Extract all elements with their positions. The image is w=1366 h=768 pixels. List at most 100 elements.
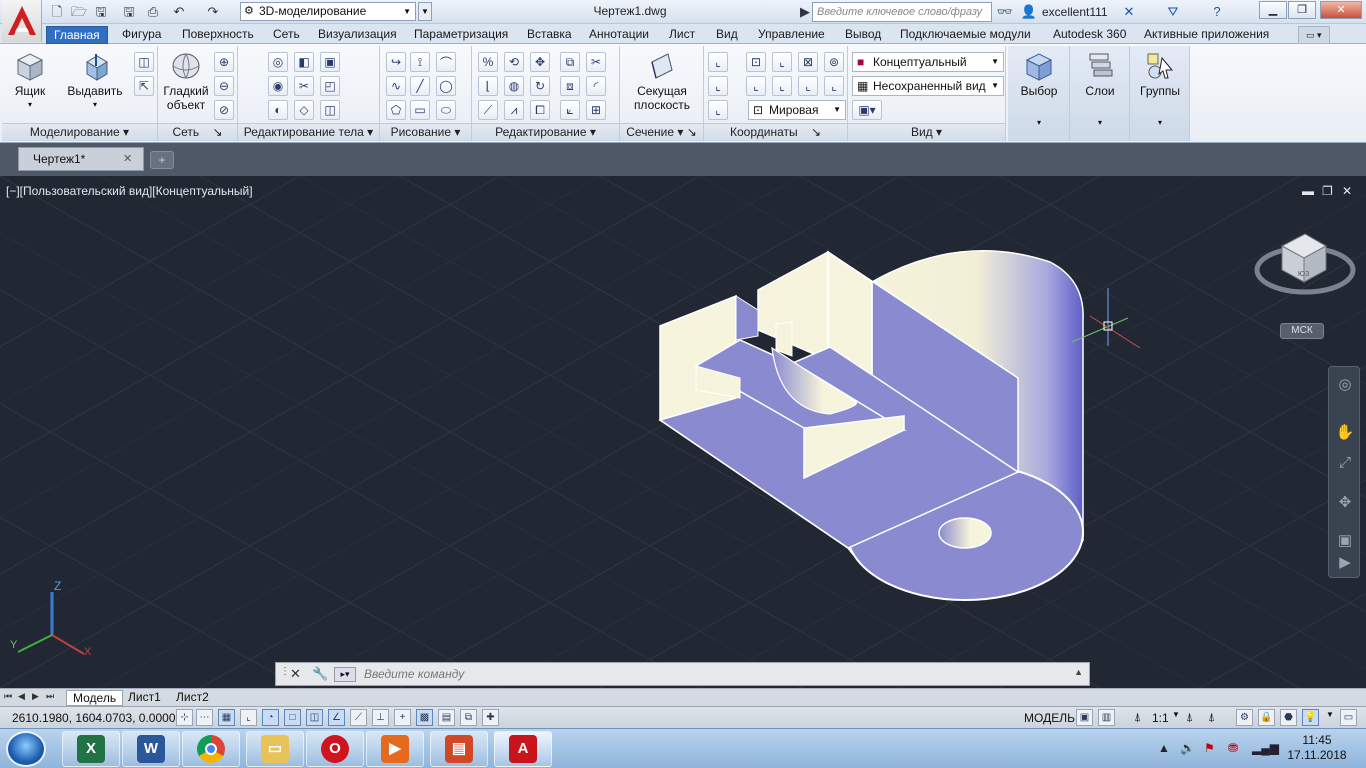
tab-render[interactable]: Визуализация [311, 26, 404, 44]
3d-object-snap-icon[interactable]: ◫ [306, 709, 323, 726]
arc-icon[interactable]: ⌒ [436, 52, 456, 72]
tray-expand-icon[interactable]: ▲ [1158, 741, 1170, 755]
showmotion-icon[interactable]: ▣ [1335, 531, 1355, 551]
user-icon[interactable]: 👤 [1020, 3, 1038, 21]
help-icon[interactable]: ? [1208, 3, 1226, 21]
tab-annotate[interactable]: Аннотации [582, 26, 656, 44]
intersect-icon[interactable]: ◐ [268, 100, 288, 120]
mesh-smooth-more-icon[interactable]: ⊕ [214, 52, 234, 72]
save-icon[interactable]: 🖫 [92, 3, 110, 21]
tab-autodesk360[interactable]: Autodesk 360 [1046, 26, 1133, 44]
panel-title-coordinates[interactable]: Координаты ↘ [704, 123, 847, 141]
ucs-face-icon[interactable]: ⊠ [798, 52, 818, 72]
ucs-named-icon[interactable]: ⌞ [708, 76, 728, 96]
selection-button[interactable]: Выбор ▾ [1012, 50, 1066, 130]
system-clock[interactable]: 11:45 17.11.2018 [1280, 733, 1354, 763]
recent-commands-icon[interactable]: ▸▾ [334, 667, 356, 682]
status-menu-icon[interactable]: ▼ [1326, 710, 1334, 719]
shell-icon[interactable]: ◧ [294, 52, 314, 72]
transparency-icon[interactable]: ▩ [416, 709, 433, 726]
3d-model[interactable] [658, 250, 1084, 601]
taskbar-explorer[interactable]: ▭ [246, 731, 304, 767]
tab-solid[interactable]: Фигура [115, 26, 168, 44]
fillet-icon[interactable]: ◜ [586, 76, 606, 96]
zoom-extents-icon[interactable]: ⤢ [1335, 453, 1355, 473]
annotation-scale[interactable]: 1:1 [1152, 711, 1169, 725]
ucs-y-icon[interactable]: ⌞ [772, 76, 792, 96]
rectangle-icon[interactable]: ▭ [410, 100, 430, 120]
ucs-x-icon[interactable]: ⌞ [772, 52, 792, 72]
workspace-dropdown[interactable]: ⚙ 3D-моделирование ▼ [240, 2, 416, 21]
exchange-apps-icon[interactable]: ✕ [1120, 3, 1138, 21]
minimize-button[interactable]: ▁ [1259, 1, 1287, 19]
redo-icon[interactable]: ↷ [204, 3, 222, 21]
stay-connected-icon[interactable]: ⛛ [1164, 3, 1182, 21]
polyline-icon[interactable]: ↪ [386, 52, 406, 72]
command-grip-icon[interactable]: ⋮ [280, 666, 290, 677]
object-snap-tracking-icon[interactable]: ∠ [328, 709, 345, 726]
last-layout-icon[interactable]: ⏭ [46, 691, 54, 702]
slice-icon[interactable]: ✂ [294, 76, 314, 96]
close-window-button[interactable]: ✕ [1320, 1, 1362, 19]
rotate-icon[interactable]: ↻ [530, 76, 550, 96]
selection-cycling-icon[interactable]: ⧉ [460, 709, 477, 726]
smooth-object-button[interactable]: Гладкий объект [160, 50, 212, 112]
hardware-acceleration-icon[interactable]: ⬣ [1280, 709, 1297, 726]
taskbar-opera[interactable]: O [306, 731, 364, 767]
layers-button[interactable]: Слои ▾ [1074, 50, 1126, 130]
thicken-icon[interactable]: ◇ [294, 100, 314, 120]
presspull-icon[interactable]: ⇱ [134, 76, 154, 96]
tab-output[interactable]: Вывод [838, 26, 888, 44]
tab-plugins[interactable]: Подключаемые модули [893, 26, 1038, 44]
signal-icon[interactable]: ▂▄▆ [1252, 741, 1279, 755]
model-space-toggle[interactable]: МОДЕЛЬ [1024, 711, 1075, 725]
user-name[interactable]: excellent111 [1042, 5, 1108, 19]
line-icon[interactable]: ╱ [410, 76, 430, 96]
start-button[interactable] [6, 731, 46, 767]
drawing-canvas[interactable]: Z X Y ЮЗ [0, 176, 1366, 688]
union-icon[interactable]: ◎ [268, 52, 288, 72]
viewport-restore-icon[interactable]: ❐ [1322, 184, 1333, 198]
first-layout-icon[interactable]: ⏮ [4, 691, 12, 702]
steering-wheel-icon[interactable]: ◎ [1335, 375, 1355, 395]
ucs-view-icon[interactable]: ⊚ [824, 52, 844, 72]
infer-constraints-icon[interactable]: ⊹ [176, 709, 193, 726]
ucs-world-icon[interactable]: ⊡ [746, 52, 766, 72]
open-file-icon[interactable]: 🗁 [70, 3, 88, 21]
polar-tracking-icon[interactable]: ◔ [262, 709, 279, 726]
taskbar-chrome[interactable] [182, 731, 240, 767]
mesh-refine-icon[interactable]: ⊘ [214, 100, 234, 120]
cursor-coordinates[interactable]: 2610.1980, 1604.0703, 0.0000 [12, 711, 176, 725]
panel-title-draw[interactable]: Рисование ▾ [380, 123, 471, 141]
quick-view-layouts-icon[interactable]: ▣ [1076, 709, 1093, 726]
orbit-icon[interactable]: ✥ [1335, 493, 1355, 513]
snap-mode-icon[interactable]: ⋯ [196, 709, 213, 726]
ribbon-minimize-button[interactable]: ▭ ▾ [1298, 26, 1330, 44]
toolbar-lock-icon[interactable]: 🔒 [1258, 709, 1275, 726]
separate-icon[interactable]: ▣ [320, 52, 340, 72]
pan-hand-icon[interactable]: ✋ [1335, 423, 1355, 443]
undo-icon[interactable]: ↶ [170, 3, 188, 21]
drawing-viewport[interactable]: Z X Y ЮЗ [−][Пользовательский вид][Конце… [0, 176, 1366, 688]
extract-edges-icon[interactable]: ◰ [320, 76, 340, 96]
taskbar-media[interactable]: ▶ [366, 731, 424, 767]
ucs-icon[interactable]: ⌞ [708, 52, 728, 72]
close-tab-icon[interactable]: ✕ [123, 148, 139, 170]
viewport-minimize-icon[interactable]: ▬ [1302, 184, 1314, 198]
play-icon[interactable]: ▶ [1335, 553, 1355, 573]
mesh-smooth-less-icon[interactable]: ⊖ [214, 76, 234, 96]
viewcube[interactable]: ЮЗ [1254, 233, 1356, 295]
wcs-menu-button[interactable]: МСК [1280, 323, 1324, 339]
quick-properties-icon[interactable]: ▤ [438, 709, 455, 726]
command-input[interactable]: Введите команду [364, 667, 464, 681]
taskbar-autocad[interactable]: A [494, 731, 552, 767]
viewport-close-icon[interactable]: ✕ [1342, 184, 1352, 198]
taskbar-powerpoint[interactable]: ▤ [430, 731, 488, 767]
auto-scale-icon[interactable]: ⍋ [1208, 710, 1215, 725]
viewport-controls-label[interactable]: [−][Пользовательский вид][Концептуальный… [6, 184, 253, 198]
ucs-previous-icon[interactable]: ⌞ [746, 76, 766, 96]
chamfer-edge-icon[interactable]: ⟋ [478, 100, 498, 120]
panel-title-view[interactable]: Вид ▾ [848, 123, 1005, 141]
quick-access-customize-button[interactable]: ▼ [418, 2, 432, 21]
coordinate-system-dropdown[interactable]: ⊡ Мировая ▼ [748, 100, 846, 120]
